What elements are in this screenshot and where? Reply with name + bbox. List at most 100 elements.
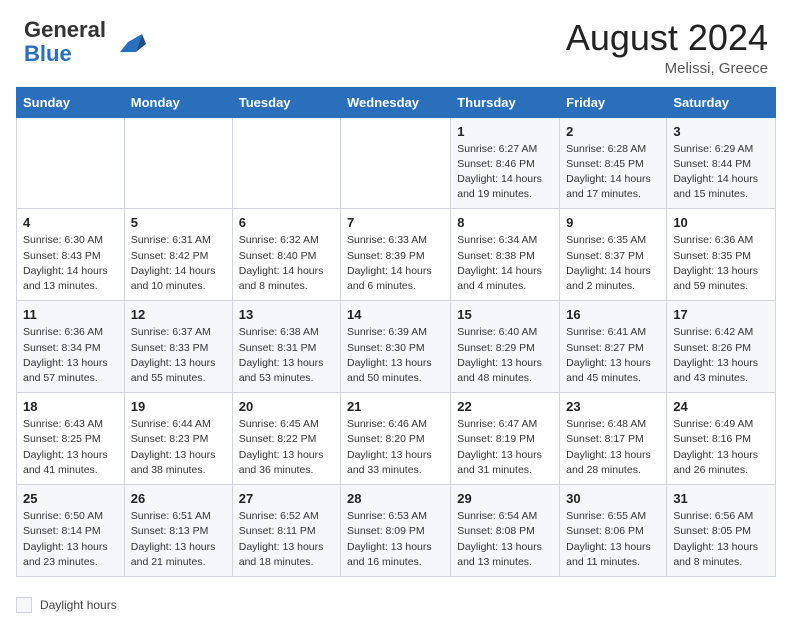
table-row: 18 Sunrise: 6:43 AM Sunset: 8:25 PM Dayli…: [17, 393, 125, 485]
day-info: Sunrise: 6:53 AM Sunset: 8:09 PM Dayligh…: [347, 509, 444, 570]
day-number: 7: [347, 215, 444, 230]
day-info: Sunrise: 6:55 AM Sunset: 8:06 PM Dayligh…: [566, 509, 660, 570]
day-info: Sunrise: 6:39 AM Sunset: 8:30 PM Dayligh…: [347, 325, 444, 386]
table-row: 10 Sunrise: 6:36 AM Sunset: 8:35 PM Dayli…: [667, 209, 776, 301]
day-number: 26: [131, 491, 226, 506]
table-row: 22 Sunrise: 6:47 AM Sunset: 8:19 PM Dayli…: [451, 393, 560, 485]
day-number: 9: [566, 215, 660, 230]
day-info: Sunrise: 6:44 AM Sunset: 8:23 PM Dayligh…: [131, 417, 226, 478]
day-info: Sunrise: 6:32 AM Sunset: 8:40 PM Dayligh…: [239, 233, 334, 294]
day-number: 2: [566, 124, 660, 139]
day-number: 19: [131, 399, 226, 414]
table-row: 7 Sunrise: 6:33 AM Sunset: 8:39 PM Daylig…: [341, 209, 451, 301]
calendar: Sunday Monday Tuesday Wednesday Thursday…: [0, 87, 792, 593]
day-info: Sunrise: 6:34 AM Sunset: 8:38 PM Dayligh…: [457, 233, 553, 294]
table-row: 4 Sunrise: 6:30 AM Sunset: 8:43 PM Daylig…: [17, 209, 125, 301]
calendar-body: 1Sunrise: 6:27 AM Sunset: 8:46 PM Daylig…: [17, 117, 776, 576]
table-row: [232, 117, 340, 209]
day-number: 10: [673, 215, 769, 230]
day-info: Sunrise: 6:40 AM Sunset: 8:29 PM Dayligh…: [457, 325, 553, 386]
table-row: [17, 117, 125, 209]
day-info: Sunrise: 6:52 AM Sunset: 8:11 PM Dayligh…: [239, 509, 334, 570]
table-row: 24 Sunrise: 6:49 AM Sunset: 8:16 PM Dayli…: [667, 393, 776, 485]
day-info: Sunrise: 6:56 AM Sunset: 8:05 PM Dayligh…: [673, 509, 769, 570]
table-row: 19 Sunrise: 6:44 AM Sunset: 8:23 PM Dayli…: [124, 393, 232, 485]
table-row: 14 Sunrise: 6:39 AM Sunset: 8:30 PM Dayli…: [341, 301, 451, 393]
day-number: 28: [347, 491, 444, 506]
calendar-table: Sunday Monday Tuesday Wednesday Thursday…: [16, 87, 776, 577]
day-number: 15: [457, 307, 553, 322]
col-thursday: Thursday: [451, 87, 560, 117]
table-row: 8 Sunrise: 6:34 AM Sunset: 8:38 PM Daylig…: [451, 209, 560, 301]
table-row: 3Sunrise: 6:29 AM Sunset: 8:44 PM Daylig…: [667, 117, 776, 209]
table-row: 6 Sunrise: 6:32 AM Sunset: 8:40 PM Daylig…: [232, 209, 340, 301]
day-info: Sunrise: 6:31 AM Sunset: 8:42 PM Dayligh…: [131, 233, 226, 294]
table-row: 16Sunrise: 6:41 AM Sunset: 8:27 PM Dayli…: [560, 301, 667, 393]
day-number: 20: [239, 399, 334, 414]
day-number: 25: [23, 491, 118, 506]
col-monday: Monday: [124, 87, 232, 117]
daylight-box: [16, 597, 32, 613]
day-info: Sunrise: 6:30 AM Sunset: 8:43 PM Dayligh…: [23, 233, 118, 294]
day-info: Sunrise: 6:47 AM Sunset: 8:19 PM Dayligh…: [457, 417, 553, 478]
table-row: 2Sunrise: 6:28 AM Sunset: 8:45 PM Daylig…: [560, 117, 667, 209]
day-number: 11: [23, 307, 118, 322]
col-friday: Friday: [560, 87, 667, 117]
day-info: Sunrise: 6:36 AM Sunset: 8:34 PM Dayligh…: [23, 325, 118, 386]
location: Melissi, Greece: [566, 60, 768, 77]
col-sunday: Sunday: [17, 87, 125, 117]
footer-row: Daylight hours: [16, 597, 776, 613]
daylight-label: Daylight hours: [40, 598, 117, 612]
table-row: 21 Sunrise: 6:46 AM Sunset: 8:20 PM Dayli…: [341, 393, 451, 485]
table-row: 15 Sunrise: 6:40 AM Sunset: 8:29 PM Dayli…: [451, 301, 560, 393]
table-row: 5 Sunrise: 6:31 AM Sunset: 8:42 PM Daylig…: [124, 209, 232, 301]
day-number: 8: [457, 215, 553, 230]
day-info: Sunrise: 6:36 AM Sunset: 8:35 PM Dayligh…: [673, 233, 769, 294]
table-row: 20 Sunrise: 6:45 AM Sunset: 8:22 PM Dayli…: [232, 393, 340, 485]
table-row: 12 Sunrise: 6:37 AM Sunset: 8:33 PM Dayli…: [124, 301, 232, 393]
day-info: Sunrise: 6:33 AM Sunset: 8:39 PM Dayligh…: [347, 233, 444, 294]
table-row: 17 Sunrise: 6:42 AM Sunset: 8:26 PM Dayli…: [667, 301, 776, 393]
day-number: 14: [347, 307, 444, 322]
logo-text: General Blue: [24, 18, 106, 66]
day-info: Sunrise: 6:37 AM Sunset: 8:33 PM Dayligh…: [131, 325, 226, 386]
logo-icon: [110, 24, 146, 60]
day-info: Sunrise: 6:35 AM Sunset: 8:37 PM Dayligh…: [566, 233, 660, 294]
day-number: 6: [239, 215, 334, 230]
day-info: Sunrise: 6:46 AM Sunset: 8:20 PM Dayligh…: [347, 417, 444, 478]
logo: General Blue: [24, 18, 146, 66]
day-number: 29: [457, 491, 553, 506]
logo-general: General: [24, 17, 106, 42]
table-row: 27 Sunrise: 6:52 AM Sunset: 8:11 PM Dayli…: [232, 485, 340, 577]
day-info: Sunrise: 6:48 AM Sunset: 8:17 PM Dayligh…: [566, 417, 660, 478]
day-number: 18: [23, 399, 118, 414]
day-info: Sunrise: 6:38 AM Sunset: 8:31 PM Dayligh…: [239, 325, 334, 386]
col-saturday: Saturday: [667, 87, 776, 117]
day-info: Sunrise: 6:45 AM Sunset: 8:22 PM Dayligh…: [239, 417, 334, 478]
day-info: Sunrise: 6:43 AM Sunset: 8:25 PM Dayligh…: [23, 417, 118, 478]
table-row: [341, 117, 451, 209]
day-number: 21: [347, 399, 444, 414]
day-info: Sunrise: 6:42 AM Sunset: 8:26 PM Dayligh…: [673, 325, 769, 386]
table-row: 13 Sunrise: 6:38 AM Sunset: 8:31 PM Dayli…: [232, 301, 340, 393]
table-row: 23Sunrise: 6:48 AM Sunset: 8:17 PM Dayli…: [560, 393, 667, 485]
day-number: 12: [131, 307, 226, 322]
table-row: 25Sunrise: 6:50 AM Sunset: 8:14 PM Dayli…: [17, 485, 125, 577]
day-number: 17: [673, 307, 769, 322]
day-number: 1: [457, 124, 553, 139]
day-number: 5: [131, 215, 226, 230]
day-info: Sunrise: 6:49 AM Sunset: 8:16 PM Dayligh…: [673, 417, 769, 478]
day-number: 30: [566, 491, 660, 506]
day-info: Sunrise: 6:51 AM Sunset: 8:13 PM Dayligh…: [131, 509, 226, 570]
table-row: 26 Sunrise: 6:51 AM Sunset: 8:13 PM Dayli…: [124, 485, 232, 577]
day-info: Sunrise: 6:41 AM Sunset: 8:27 PM Dayligh…: [566, 325, 660, 386]
table-row: 9 Sunrise: 6:35 AM Sunset: 8:37 PM Daylig…: [560, 209, 667, 301]
table-row: 29Sunrise: 6:54 AM Sunset: 8:08 PM Dayli…: [451, 485, 560, 577]
day-number: 27: [239, 491, 334, 506]
day-number: 4: [23, 215, 118, 230]
day-number: 13: [239, 307, 334, 322]
logo-blue: Blue: [24, 41, 72, 66]
table-row: 28 Sunrise: 6:53 AM Sunset: 8:09 PM Dayli…: [341, 485, 451, 577]
day-number: 24: [673, 399, 769, 414]
day-number: 22: [457, 399, 553, 414]
